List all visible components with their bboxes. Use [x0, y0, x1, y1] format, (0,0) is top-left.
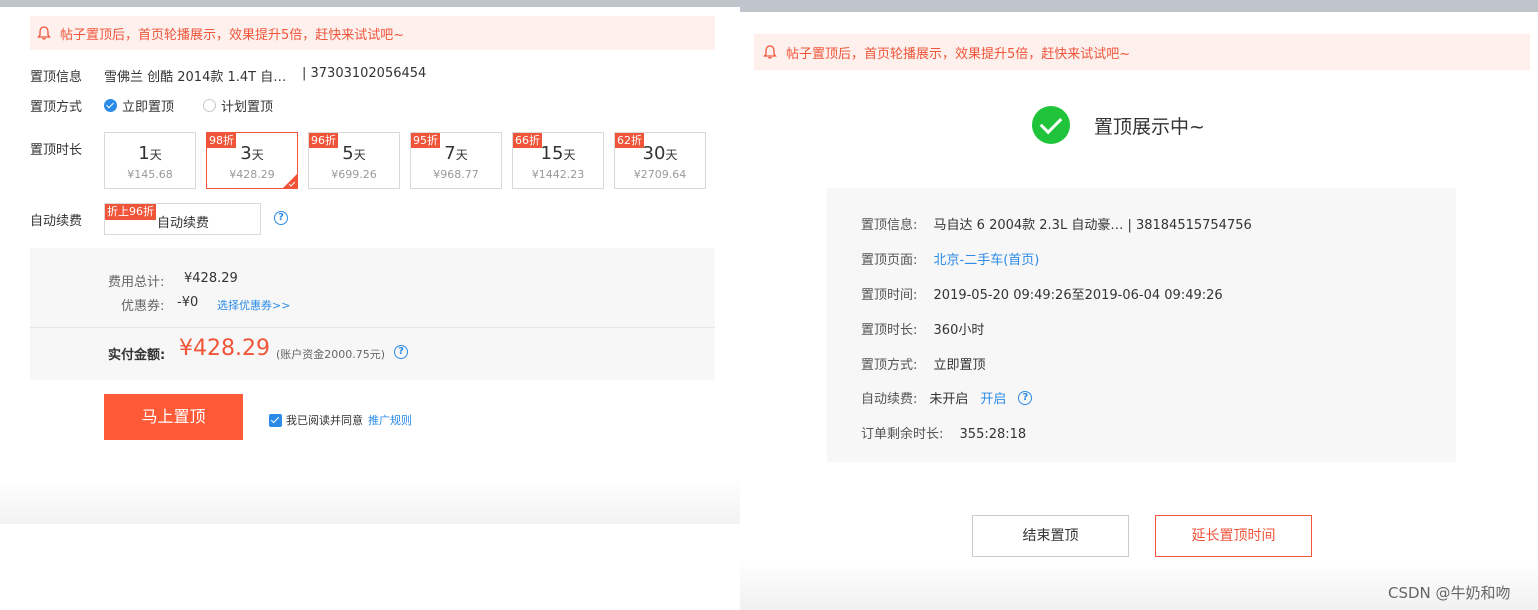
pay-amount: ¥428.29 [179, 336, 270, 361]
top-bar [740, 0, 1538, 12]
radio-scheduled[interactable]: 计划置顶 [203, 96, 273, 115]
detail-row-info: 置顶信息: 马自达 6 2004款 2.3L 自动豪… | 3818451575… [861, 214, 1252, 233]
agree-checkbox[interactable]: 我已阅读并同意 推广规则 [269, 412, 412, 428]
detail-value: 360小时 [933, 323, 985, 338]
pay-label: 实付金额: [108, 348, 166, 363]
bell-icon [36, 25, 52, 41]
duration-unit: 天 [563, 148, 576, 162]
detail-value: 马自达 6 2004款 2.3L 自动豪… | 38184515754756 [933, 218, 1252, 233]
duration-unit: 天 [149, 148, 162, 162]
divider [30, 327, 715, 328]
watermark: CSDN @牛奶和吻 [1388, 584, 1511, 602]
detail-row-auto: 自动续费: 未开启 开启 ? [861, 388, 1033, 407]
detail-value: 2019-05-20 09:49:26至2019-06-04 09:49:26 [933, 288, 1223, 303]
duration-price: ¥968.77 [433, 168, 479, 181]
duration-price: ¥145.68 [127, 168, 173, 181]
radio-immediate-label: 立即置顶 [122, 100, 175, 115]
fee-summary: 费用总计: ¥428.29 优惠券: -¥0 选择优惠券>> 实付金额: ¥42… [30, 248, 715, 380]
detail-key: 置顶页面: [861, 253, 918, 268]
duration-option-7[interactable]: 95折 7天 ¥968.77 [410, 132, 502, 189]
bottom-fade [0, 478, 742, 524]
duration-num: 1 [138, 143, 150, 164]
mode-label: 置顶方式 [30, 100, 83, 115]
radio-scheduled-label: 计划置顶 [221, 100, 274, 115]
duration-option-5[interactable]: 96折 5天 ¥699.26 [308, 132, 400, 189]
radio-icon [203, 99, 216, 112]
status-text: 置顶展示中~ [1094, 115, 1205, 138]
status-header: 置顶展示中~ [1032, 106, 1205, 144]
duration-num: 7 [444, 143, 456, 164]
notice-text: 帖子置顶后，首页轮播展示，效果提升5倍，赶快来试试吧~ [786, 46, 1131, 62]
detail-value: 未开启 [929, 392, 969, 407]
duration-price: ¥699.26 [331, 168, 377, 181]
detail-key: 自动续费: [861, 392, 918, 407]
duration-option-3[interactable]: 98折 3天 ¥428.29 [206, 132, 298, 189]
order-details: 置顶信息: 马自达 6 2004款 2.3L 自动豪… | 3818451575… [827, 188, 1456, 462]
help-icon[interactable]: ? [1018, 390, 1033, 405]
submit-top-button[interactable]: 马上置顶 [104, 394, 243, 440]
left-panel: 帖子置顶后，首页轮播展示，效果提升5倍，赶快来试试吧~ 置顶信息 雪佛兰 创酷 … [0, 0, 742, 524]
coupon-value: -¥0 [177, 295, 199, 310]
check-circle-icon [1032, 106, 1070, 144]
detail-key: 置顶信息: [861, 218, 918, 233]
detail-row-mode: 置顶方式: 立即置顶 [861, 354, 986, 373]
duration-option-30[interactable]: 62折 30天 ¥2709.64 [614, 132, 706, 189]
account-balance: (账户资金2000.75元) [276, 348, 386, 361]
info-id: | 37303102056454 [302, 66, 427, 81]
duration-unit: 天 [353, 148, 366, 162]
duration-label: 置顶时长 [30, 143, 83, 158]
fee-total-value: ¥428.29 [184, 271, 238, 286]
right-panel: 帖子置顶后，首页轮播展示，效果提升5倍，赶快来试试吧~ 置顶展示中~ 置顶信息:… [740, 0, 1538, 610]
help-icon[interactable]: ? [394, 345, 408, 359]
promotion-rules-link[interactable]: 推广规则 [368, 412, 412, 428]
enable-auto-renew-link[interactable]: 开启 [980, 388, 1006, 407]
radio-immediate[interactable]: 立即置顶 [104, 96, 174, 115]
detail-key: 置顶方式: [861, 358, 918, 373]
choose-coupon-link[interactable]: 选择优惠券>> [217, 297, 290, 313]
info-value: 雪佛兰 创酷 2014款 1.4T 自… [104, 70, 287, 85]
duration-num: 3 [240, 143, 252, 164]
detail-row-time: 置顶时间: 2019-05-20 09:49:26至2019-06-04 09:… [861, 284, 1223, 303]
auto-renew-label: 自动续费 [30, 214, 83, 229]
duration-num: 5 [342, 143, 354, 164]
detail-row-remaining: 订单剩余时长: 355:28:18 [861, 423, 1026, 442]
help-icon[interactable]: ? [274, 211, 288, 225]
duration-unit: 天 [455, 148, 468, 162]
duration-option-1[interactable]: 1天 ¥145.68 [104, 132, 196, 189]
detail-key: 置顶时长: [861, 323, 918, 338]
extend-top-button[interactable]: 延长置顶时间 [1155, 515, 1312, 557]
info-label: 置顶信息 [30, 70, 83, 85]
bell-icon [762, 44, 778, 60]
duration-unit: 天 [251, 148, 264, 162]
detail-row-page: 置顶页面: 北京-二手车(首页) [861, 249, 1039, 268]
duration-num: 30 [642, 143, 666, 164]
promo-notice: 帖子置顶后，首页轮播展示，效果提升5倍，赶快来试试吧~ [754, 34, 1530, 70]
duration-option-15[interactable]: 66折 15天 ¥1442.23 [512, 132, 604, 189]
fee-total-label: 费用总计: [108, 275, 165, 290]
detail-value: 355:28:18 [959, 427, 1027, 442]
duration-price: ¥1442.23 [531, 168, 585, 181]
coupon-label: 优惠券: [121, 299, 165, 314]
duration-unit: 天 [665, 148, 678, 162]
agree-text: 我已阅读并同意 [286, 414, 363, 427]
end-top-button[interactable]: 结束置顶 [972, 515, 1129, 557]
detail-key: 置顶时间: [861, 288, 918, 303]
checkbox-checked-icon [269, 413, 282, 427]
auto-renew-option[interactable]: 折上96折 自动续费 [104, 203, 261, 235]
top-bar [0, 0, 742, 7]
auto-discount-tag: 折上96折 [105, 204, 156, 220]
notice-text: 帖子置顶后，首页轮播展示，效果提升5倍，赶快来试试吧~ [60, 27, 405, 43]
detail-page-link[interactable]: 北京-二手车(首页) [934, 253, 1040, 268]
duration-price: ¥2709.64 [633, 168, 687, 181]
auto-renew-option-label: 自动续费 [157, 216, 210, 231]
detail-key: 订单剩余时长: [861, 427, 944, 442]
detail-row-duration: 置顶时长: 360小时 [861, 319, 984, 338]
promo-notice: 帖子置顶后，首页轮播展示，效果提升5倍，赶快来试试吧~ [30, 16, 715, 50]
radio-checked-icon [104, 99, 117, 112]
detail-value: 立即置顶 [933, 358, 986, 373]
duration-num: 15 [540, 143, 564, 164]
